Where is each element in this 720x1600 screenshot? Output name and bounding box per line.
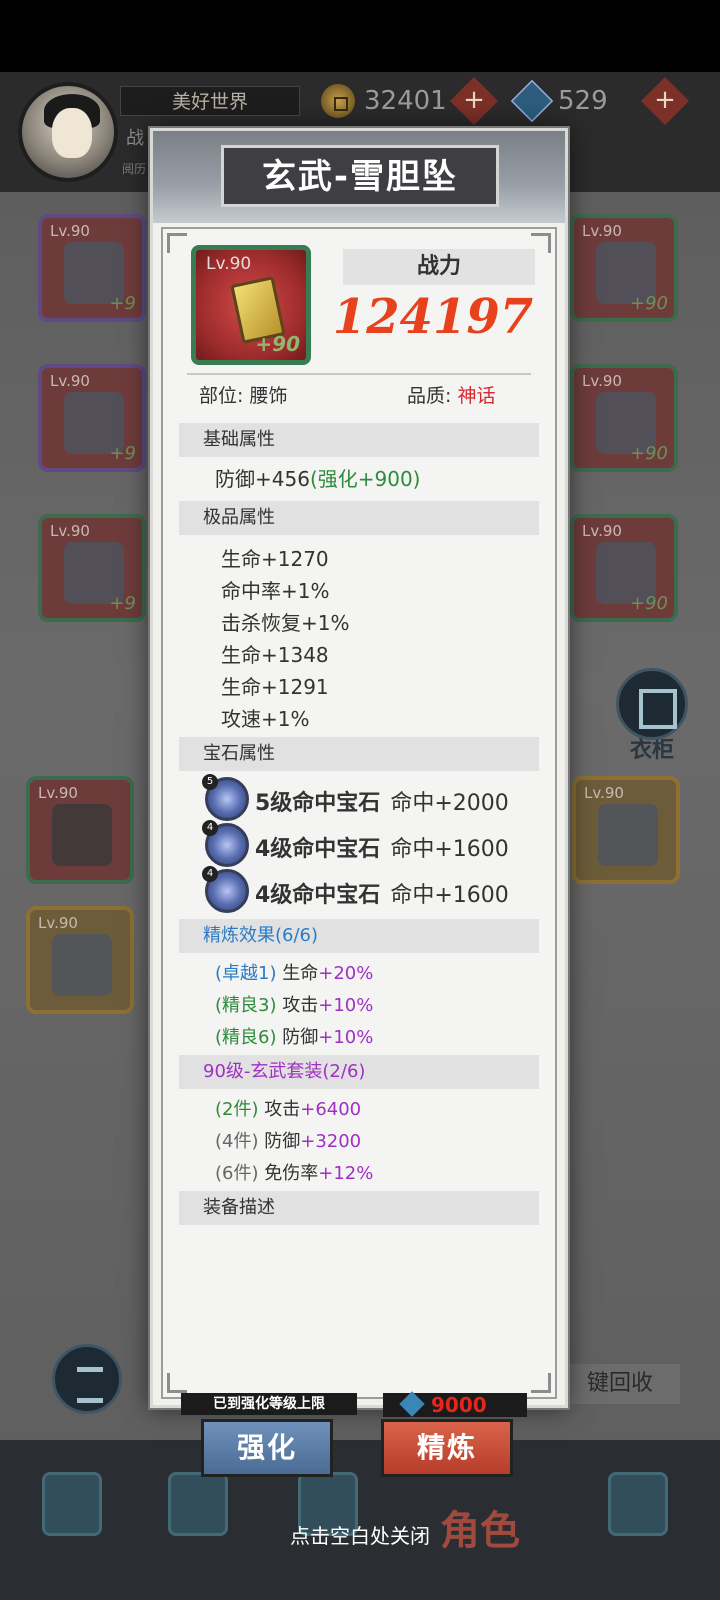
wardrobe-icon [616, 668, 688, 740]
set-effect: (2件) 攻击+6400 [215, 1099, 362, 1120]
section-description: 装备描述 [179, 1191, 539, 1225]
item-level: Lv.90 [206, 254, 252, 274]
crystal-value: 529 [558, 86, 608, 116]
base-attr-line: 防御+456(强化+900) [215, 467, 421, 491]
set-effect: (6件) 免伤率+12% [215, 1163, 374, 1184]
item-icon-frame: Lv.90 +90 [191, 245, 311, 365]
enhance-cap-note: 已到强化等级上限 [181, 1393, 357, 1415]
quality-row: 品质: 神话 [407, 381, 495, 408]
premium-attr: 生命+1291 [221, 675, 329, 699]
power-label-bar: 战力 [343, 249, 535, 285]
divider [187, 373, 531, 375]
sort-button[interactable] [52, 1344, 122, 1414]
gem-line: 4级命中宝石 命中+1600 [255, 837, 509, 862]
section-label: 精炼效果(6/6) [203, 925, 319, 946]
equip-slot-necklace[interactable]: Lv.90 +9 [38, 364, 146, 472]
add-crystal-button[interactable]: + [640, 76, 689, 126]
bag-slot-2[interactable]: Lv.90 [26, 906, 134, 1014]
gold-value: 32401 [364, 86, 447, 116]
hit-gem-icon: 4 [202, 820, 249, 867]
position-row: 部位: 腰饰 [199, 381, 287, 408]
world-name: 美好世界 [120, 86, 300, 116]
power-value: 124197 [332, 289, 534, 345]
bag-slot-1[interactable]: Lv.90 [26, 776, 134, 884]
corner-deco [531, 1373, 551, 1393]
premium-attr: 击杀恢复+1% [221, 611, 350, 635]
hit-gem-icon: 5 [202, 774, 249, 821]
equip-slot-weapon[interactable]: Lv.90 +9 [38, 214, 146, 322]
enhance-button[interactable]: 强化 [201, 1419, 333, 1477]
equip-slot-waist[interactable]: Lv.90 +9 [38, 514, 146, 622]
equip-slot-boots[interactable]: Lv.90 +90 [570, 514, 678, 622]
quality-value: 神话 [457, 385, 496, 407]
title-plate: 玄武-雪胆坠 [221, 145, 499, 207]
premium-attr: 生命+1270 [221, 547, 329, 571]
gem-line: 4级命中宝石 命中+1600 [255, 883, 509, 908]
section-set: 90级-玄武套装(2/6) [179, 1055, 539, 1089]
equip-slot-helmet[interactable]: Lv.90 +90 [570, 214, 678, 322]
quality-key: 品质: [407, 385, 452, 407]
section-label: 极品属性 [203, 507, 275, 528]
section-label: 装备描述 [203, 1197, 275, 1218]
corner-deco [167, 233, 187, 253]
section-gem-attrs: 宝石属性 [179, 737, 539, 771]
power-tag: 战 [126, 128, 144, 149]
section-base-attrs: 基础属性 [179, 423, 539, 457]
equip-slot-armor[interactable]: Lv.90 +90 [570, 364, 678, 472]
item-title: 玄武-雪胆坠 [261, 157, 459, 197]
hit-gem-icon: 4 [202, 866, 249, 913]
bag-slot-3[interactable]: Lv.90 [572, 776, 680, 884]
set-effect: (4件) 防御+3200 [215, 1131, 362, 1152]
refine-effect: (卓越1) 生命+20% [215, 963, 374, 984]
item-enhance-level: +90 [255, 332, 300, 356]
section-label: 90级-玄武套装(2/6) [203, 1061, 366, 1082]
gold-currency: 32401 + [318, 76, 498, 126]
refine-cost: 9000 [383, 1391, 527, 1417]
crystal-icon [510, 79, 554, 123]
refine-effect: (精良3) 攻击+10% [215, 995, 374, 1016]
crystal-icon [399, 1391, 425, 1417]
section-label: 基础属性 [203, 429, 275, 450]
one-key-recycle-button[interactable]: 键回收 [560, 1364, 680, 1404]
power-label: 战力 [416, 254, 461, 279]
premium-attr: 攻速+1% [221, 707, 310, 731]
add-gold-button[interactable]: + [449, 76, 498, 126]
refine-effect: (精良6) 防御+10% [215, 1027, 374, 1048]
sub-tag: 阅历 [122, 162, 147, 176]
enhance-bonus: (强化+900) [309, 467, 421, 491]
close-hint[interactable]: 点击空白处关闭 [0, 1520, 720, 1549]
section-label: 宝石属性 [203, 743, 275, 764]
section-refine: 精炼效果(6/6) [179, 919, 539, 953]
corner-deco [167, 1373, 187, 1393]
equipment-detail-panel: 玄武-雪胆坠 Lv.90 +90 战力 124197 部位: 腰饰 品质: 神话… [150, 128, 568, 1477]
crystal-currency: 529 + [510, 76, 689, 126]
panel-body: Lv.90 +90 战力 124197 部位: 腰饰 品质: 神话 基础属性 防… [161, 227, 557, 1477]
cost-value: 9000 [431, 1393, 487, 1417]
gem-line: 5级命中宝石 命中+2000 [255, 791, 509, 816]
status-bar [0, 0, 720, 72]
panel-header: 玄武-雪胆坠 [153, 131, 565, 223]
coin-icon [318, 81, 358, 121]
section-premium-attrs: 极品属性 [179, 501, 539, 535]
wardrobe-button[interactable]: 衣柜 [612, 668, 692, 768]
refine-button[interactable]: 精炼 [381, 1419, 513, 1477]
avatar-face [52, 108, 92, 158]
premium-attr: 命中率+1% [221, 579, 330, 603]
position-value: 腰饰 [249, 385, 288, 407]
position-key: 部位: [199, 385, 244, 407]
premium-attr: 生命+1348 [221, 643, 329, 667]
player-avatar[interactable] [18, 82, 118, 182]
